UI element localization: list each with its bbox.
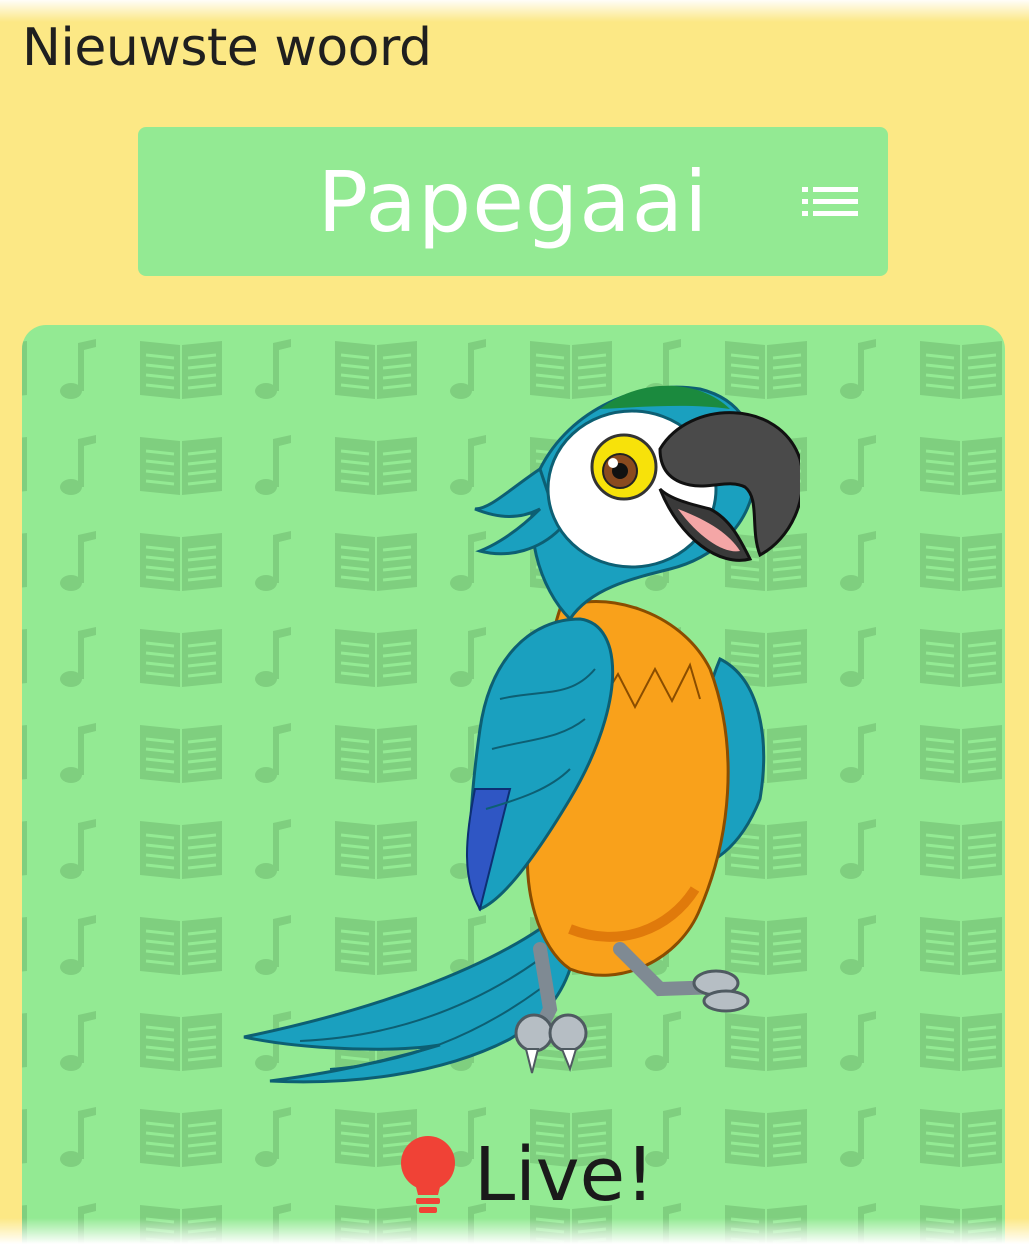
app-screen: Nieuwste woord Papegaai Live! [0, 0, 1029, 1244]
word-card[interactable]: Live! [22, 325, 1005, 1244]
word-banner[interactable]: Papegaai [138, 127, 888, 276]
list-icon[interactable] [802, 186, 858, 218]
word-label: Papegaai [317, 152, 709, 251]
live-status: Live! [396, 1135, 655, 1215]
section-title: Nieuwste woord [22, 18, 432, 78]
parrot-illustration [243, 385, 800, 1084]
live-label: Live! [474, 1132, 655, 1218]
lightbulb-icon [401, 1136, 455, 1213]
